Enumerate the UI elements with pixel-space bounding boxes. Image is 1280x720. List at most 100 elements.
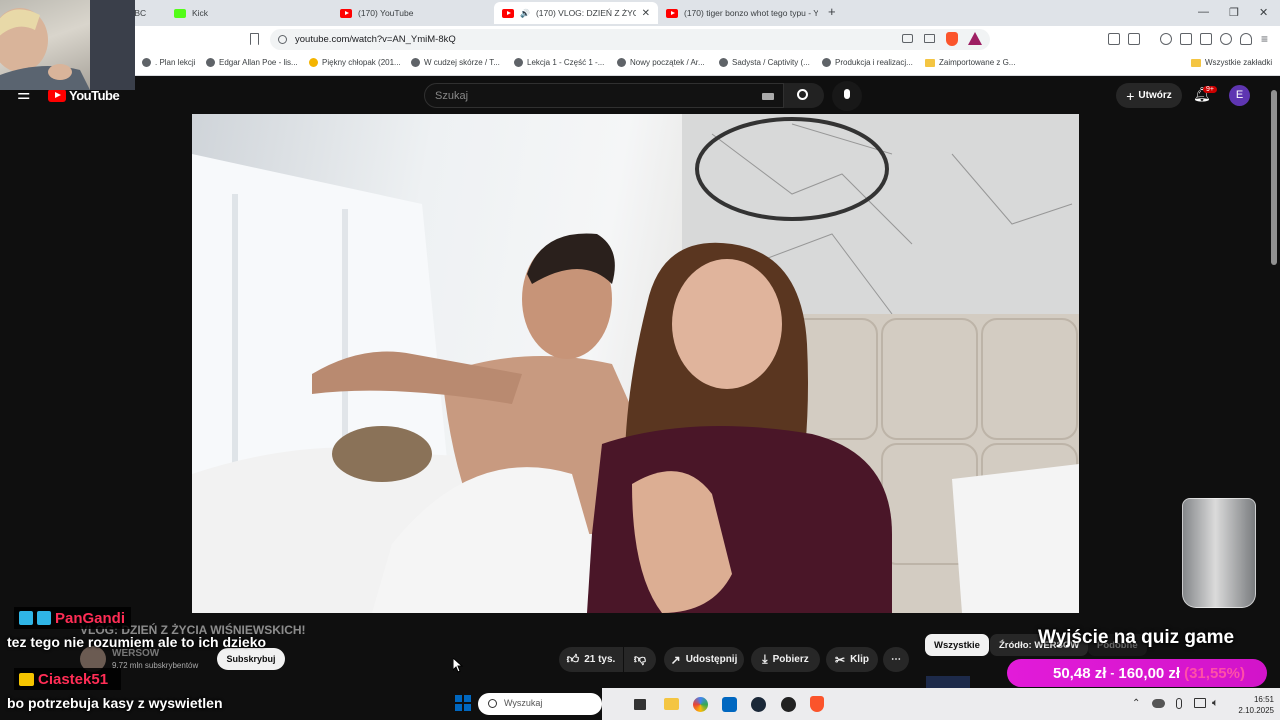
chat-message-1: tez tego nie rozumiem ale to ich dzieko xyxy=(7,634,267,650)
brave-shields-icon[interactable] xyxy=(946,32,958,46)
bookmark-item[interactable]: Nowy początek / Ar... xyxy=(617,58,705,67)
bookmark-favicon-icon xyxy=(142,58,151,67)
woman-face xyxy=(672,259,782,389)
sidebar-icon[interactable] xyxy=(1180,33,1192,45)
browser-tab-bar: SABC Kick (170) YouTube 🔊 (170) VLOG: DZ… xyxy=(0,0,1280,26)
taskbar-search-input[interactable]: Wyszukaj xyxy=(478,693,602,715)
bookmark-item[interactable]: Produkcja i realizacj... xyxy=(822,58,913,67)
bookmark-favicon-icon xyxy=(514,58,523,67)
share-icon[interactable] xyxy=(924,34,935,43)
bookmark-label: Wszystkie zakładki xyxy=(1205,58,1273,67)
extensions-icon[interactable] xyxy=(1108,33,1120,45)
obs-icon[interactable] xyxy=(781,697,796,712)
bookmark-item[interactable]: Lekcja 1 - Część 1 -... xyxy=(514,58,604,67)
webcam-image xyxy=(0,0,135,90)
bookmark-icon[interactable] xyxy=(250,33,259,45)
vpn-icon[interactable] xyxy=(1220,33,1232,45)
media-icon[interactable] xyxy=(1160,33,1172,45)
bookmarks-bar: . Plan lekcji Edgar Allan Poe - lis... P… xyxy=(0,52,1280,76)
crown-badge-icon xyxy=(19,672,34,686)
tab-youtube-home[interactable]: (170) YouTube xyxy=(332,2,494,24)
url-bar[interactable]: youtube.com/watch?v=AN_YmiM-8kQ xyxy=(270,29,990,50)
bookmark-folder[interactable]: Zaimportowane z G... xyxy=(925,58,1015,67)
all-bookmarks[interactable]: Wszystkie zakładki xyxy=(1191,58,1272,67)
wallet-icon[interactable] xyxy=(1128,33,1140,45)
subscriber-count: 9,72 mln subskrybentów xyxy=(112,661,199,670)
bookmark-item[interactable]: Piękny chłopak (201... xyxy=(309,58,401,67)
bookmark-item[interactable]: Edgar Allan Poe - lis... xyxy=(206,58,298,67)
fur-pillow xyxy=(332,426,432,482)
download-icon: ⤓ xyxy=(762,652,768,666)
bookmark-label: Piękny chłopak (201... xyxy=(322,58,401,67)
brave-rewards-icon[interactable] xyxy=(968,32,982,45)
task-view-icon[interactable] xyxy=(634,699,646,710)
dislike-button[interactable]: 👎︎ xyxy=(624,647,656,672)
windows-start-icon[interactable] xyxy=(455,695,471,711)
tray-chevron-icon[interactable]: ⌃ xyxy=(1132,698,1140,709)
volume-icon[interactable]: 🔈︎ xyxy=(1212,697,1219,710)
clock-time: 16:51 xyxy=(1253,695,1274,704)
close-window-icon[interactable]: ✕ xyxy=(1259,6,1268,19)
chat-username-2: Ciastek51 xyxy=(14,668,121,690)
folder-icon xyxy=(1191,58,1201,67)
bookmark-label: . Plan lekcji xyxy=(155,58,196,67)
goal-title: Wyjście na quiz game xyxy=(1038,627,1235,648)
bookmark-label: Produkcja i realizacj... xyxy=(835,58,913,67)
youtube-favicon-icon xyxy=(340,8,352,18)
subscribe-button[interactable]: Subskrybuj xyxy=(217,648,285,670)
search-icon xyxy=(488,699,497,708)
recommended-thumbnail[interactable] xyxy=(926,676,970,688)
maximize-icon[interactable]: ❐ xyxy=(1229,6,1239,19)
pip-icon[interactable] xyxy=(902,34,913,43)
tab-label: Kick xyxy=(192,8,209,18)
site-info-icon[interactable] xyxy=(278,35,287,44)
search-placeholder: Szukaj xyxy=(435,90,469,102)
keyboard-icon[interactable] xyxy=(762,93,774,100)
shield-icon[interactable] xyxy=(1240,33,1252,45)
store-icon[interactable] xyxy=(722,697,737,712)
bookmark-label: Nowy początek / Ar... xyxy=(630,58,705,67)
more-actions-button[interactable]: ⋯ xyxy=(883,647,909,672)
steam-icon[interactable] xyxy=(751,697,766,712)
youtube-header: ☰ YouTube Szukaj + Utwórz 🔔︎ 9+ E xyxy=(0,76,1280,114)
bookmark-item[interactable]: . Plan lekcji xyxy=(142,58,195,67)
bookmark-item[interactable]: W cudzej skórze / T... xyxy=(411,58,500,67)
menu-icon[interactable]: ≡ xyxy=(1261,32,1268,46)
share-button[interactable]: ↗ Udostępnij xyxy=(664,647,744,672)
brave-icon[interactable] xyxy=(810,696,824,712)
onedrive-icon[interactable] xyxy=(1152,699,1165,708)
create-button[interactable]: + Utwórz xyxy=(1116,83,1182,108)
share-arrow-icon: ↗ xyxy=(670,652,681,667)
mic-tray-icon[interactable] xyxy=(1176,698,1182,709)
youtube-logo[interactable]: YouTube xyxy=(48,88,120,103)
tab-vlog-active[interactable]: 🔊 (170) VLOG: DZIEŃ Z ŻYCIA W ✕ xyxy=(494,2,658,24)
minimize-icon[interactable]: — xyxy=(1198,6,1209,18)
download-button[interactable]: ⤓ Pobierz xyxy=(751,647,820,672)
clip-label: Klip xyxy=(850,654,869,665)
file-explorer-icon[interactable] xyxy=(664,698,679,710)
chat-user-name: Ciastek51 xyxy=(38,670,109,688)
badge-icon xyxy=(19,611,33,625)
bookmark-favicon-icon xyxy=(411,58,420,67)
chip-all[interactable]: Wszystkie xyxy=(925,634,989,656)
youtube-favicon-icon xyxy=(666,8,678,18)
close-tab-icon[interactable]: ✕ xyxy=(642,8,650,19)
new-tab-icon[interactable]: + xyxy=(828,4,836,19)
tab-kick[interactable]: Kick xyxy=(166,2,332,24)
search-input[interactable]: Szukaj xyxy=(424,83,784,108)
page-scrollbar[interactable] xyxy=(1271,90,1277,265)
tab-tiger-bonzo[interactable]: (170) tiger bonzo whot tego typu - Y xyxy=(658,2,818,24)
copilot-icon[interactable] xyxy=(693,697,708,712)
account-avatar[interactable]: E xyxy=(1229,85,1250,106)
like-button[interactable]: 👍︎ 21 tys. xyxy=(559,647,623,672)
bookmark-label: W cudzej skórze / T... xyxy=(424,58,500,67)
search-button[interactable] xyxy=(784,83,824,108)
clip-button[interactable]: ✂ Klip xyxy=(826,647,878,672)
wallet2-icon[interactable] xyxy=(1200,33,1212,45)
network-icon[interactable] xyxy=(1194,698,1206,708)
voice-search-button[interactable] xyxy=(832,81,862,111)
bookmark-item[interactable]: Sadysta / Captivity (... xyxy=(719,58,810,67)
video-player[interactable] xyxy=(192,114,1079,613)
clock[interactable]: 16:51 2.10.2025 xyxy=(1228,694,1274,716)
address-toolbar: youtube.com/watch?v=AN_YmiM-8kQ ≡ xyxy=(0,26,1280,52)
